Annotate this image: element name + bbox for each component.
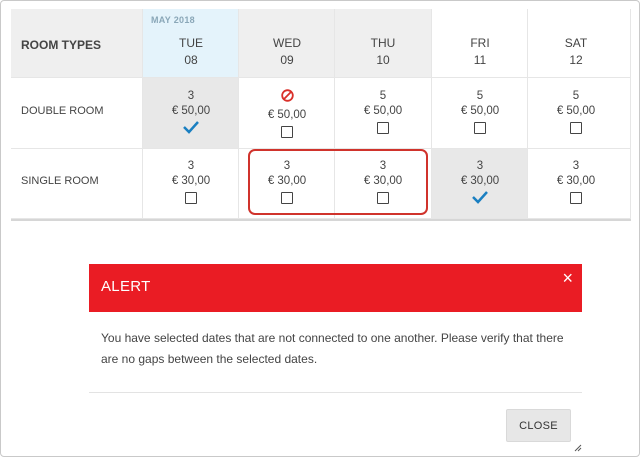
availability-count: 5 (379, 90, 387, 102)
resize-handle-icon[interactable] (574, 444, 582, 452)
date-label: 09 (280, 53, 294, 67)
date-label: 12 (569, 53, 583, 67)
room-types-label: ROOM TYPES (21, 38, 102, 52)
weekday-label: THU (370, 36, 396, 50)
slot-content: € 50,00 (239, 89, 335, 143)
checkbox-icon[interactable] (281, 126, 293, 138)
close-button[interactable]: CLOSE (506, 409, 571, 442)
checkbox-icon[interactable] (570, 122, 582, 134)
date-label: 11 (473, 53, 487, 67)
slot-content: 3 € 30,00 (432, 159, 528, 209)
price-label: € 50,00 (460, 105, 500, 117)
room-label-double: DOUBLE ROOM (21, 105, 104, 117)
booking-window: ROOM TYPES MAY 2018 TUE 08 WED 09 THU 10… (0, 0, 640, 457)
alert-divider (89, 392, 582, 393)
weekday-label: SAT (564, 36, 588, 50)
slot-content: 3 € 50,00 (143, 89, 239, 139)
room-label-single: SINGLE ROOM (21, 175, 99, 187)
price-label: € 30,00 (556, 175, 596, 187)
availability-count: 5 (572, 90, 580, 102)
price-label: € 50,00 (267, 109, 307, 121)
slot-content: 5 € 50,00 (335, 89, 431, 139)
alert-message: You have selected dates that are not con… (101, 331, 564, 366)
highlight-annotation (248, 149, 428, 215)
price-label: € 30,00 (460, 175, 500, 187)
price-label: € 50,00 (556, 105, 596, 117)
price-label: € 50,00 (171, 105, 211, 117)
day-sat: SAT 12 (528, 35, 624, 69)
alert-header: ALERT × (89, 264, 582, 312)
day-fri: FRI 11 (432, 35, 528, 69)
weekday-label: FRI (470, 36, 490, 50)
slot-content: 3 € 30,00 (528, 159, 624, 209)
checkmark-icon[interactable] (471, 190, 489, 204)
availability-grid: ROOM TYPES MAY 2018 TUE 08 WED 09 THU 10… (11, 9, 631, 221)
price-label: € 30,00 (171, 175, 211, 187)
weekday-label: WED (273, 36, 301, 50)
slot-content: 5 € 50,00 (432, 89, 528, 139)
close-icon[interactable]: × (562, 268, 573, 288)
date-label: 08 (184, 53, 198, 67)
day-tue: TUE 08 (143, 35, 239, 69)
availability-count: 3 (187, 90, 195, 102)
checkbox-icon[interactable] (377, 122, 389, 134)
alert-title: ALERT (101, 278, 151, 295)
day-thu: THU 10 (335, 35, 431, 69)
checkbox-icon[interactable] (570, 192, 582, 204)
availability-count: 5 (476, 90, 484, 102)
availability-count: 3 (476, 160, 484, 172)
checkmark-icon[interactable] (182, 120, 200, 134)
availability-count: 3 (187, 160, 195, 172)
room-types-header: ROOM TYPES (11, 9, 143, 78)
no-entry-icon (280, 89, 294, 102)
checkbox-icon[interactable] (474, 122, 486, 134)
slot-content: 5 € 50,00 (528, 89, 624, 139)
weekday-label: TUE (179, 36, 203, 50)
slot-content: 3 € 30,00 (143, 159, 239, 209)
day-wed: WED 09 (239, 35, 335, 69)
checkbox-icon[interactable] (185, 192, 197, 204)
date-label: 10 (376, 53, 390, 67)
price-label: € 50,00 (363, 105, 403, 117)
month-label: MAY 2018 (151, 15, 195, 25)
availability-count: 3 (572, 160, 580, 172)
